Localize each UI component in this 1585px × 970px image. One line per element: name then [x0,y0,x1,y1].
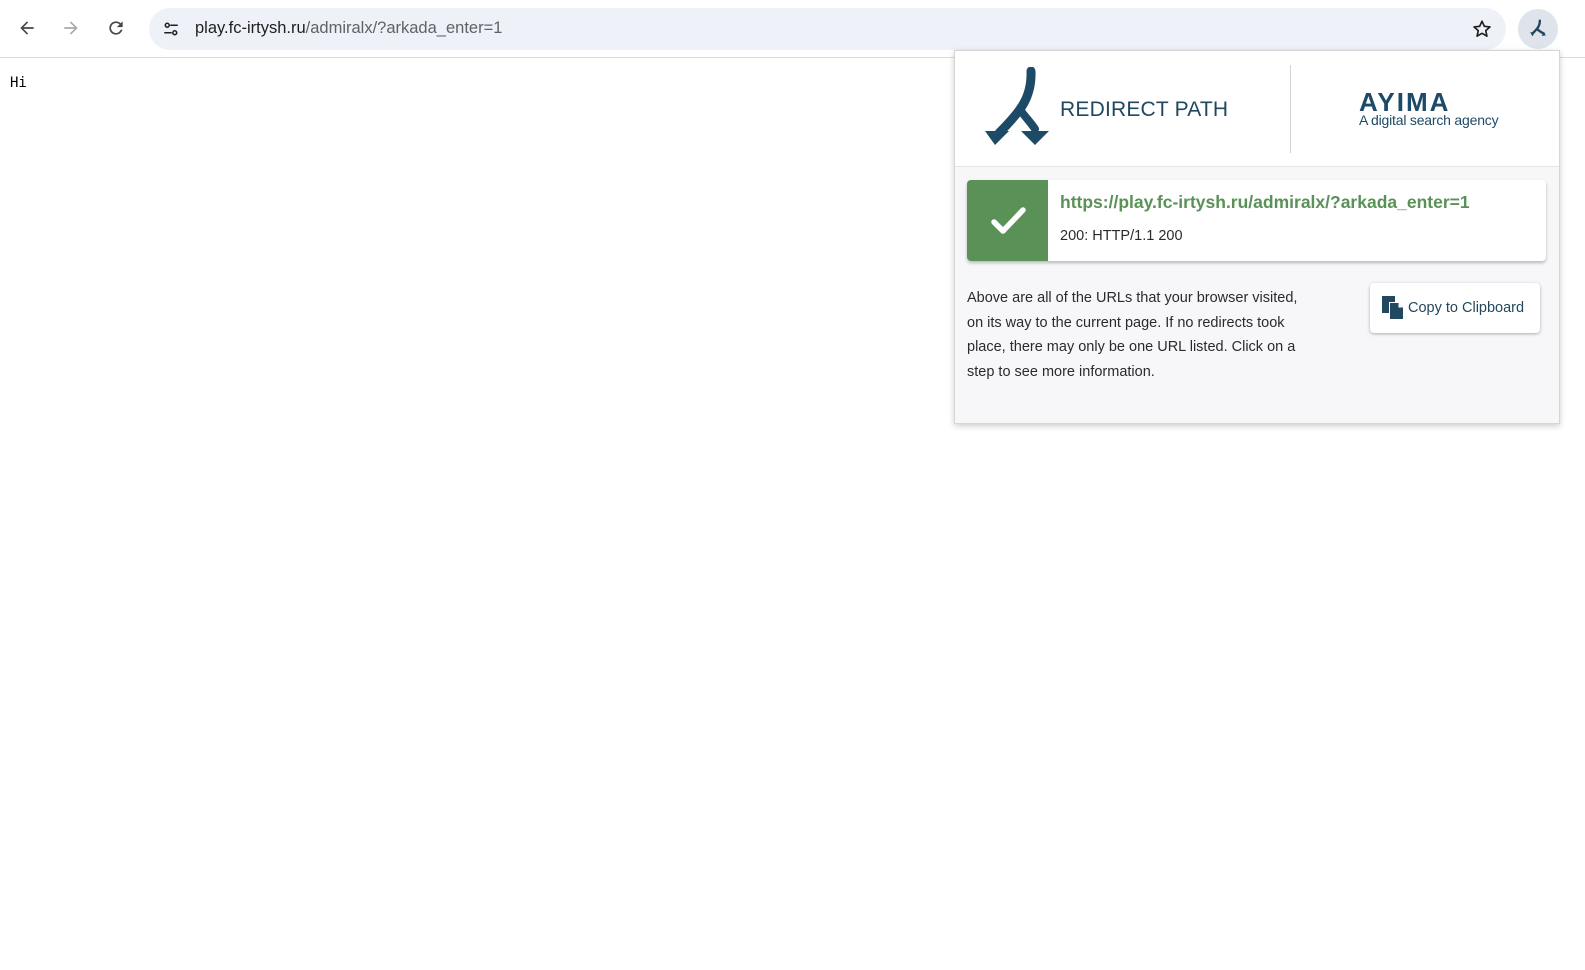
popup-header: REDIRECT PATH AYIMA A digital search age… [955,51,1559,167]
address-bar[interactable]: play.fc-irtysh.ru/admiralx/?arkada_enter… [149,8,1506,50]
arrow-right-icon [64,21,78,35]
forward-button[interactable] [53,10,89,46]
redirect-path-popup: REDIRECT PATH AYIMA A digital search age… [954,50,1560,424]
url-path: /admiralx/?arkada_enter=1 [305,19,503,37]
step-status-text: 200: HTTP/1.1 200 [1060,228,1183,244]
step-url: https://play.fc-irtysh.ru/admiralx/?arka… [1060,192,1470,212]
clipboard-icon [1382,296,1404,320]
bookmark-button[interactable] [1470,17,1494,41]
back-button[interactable] [9,10,45,46]
redirect-path-icon [1530,19,1546,37]
redirect-path-extension-button[interactable] [1518,9,1558,49]
reload-icon [109,21,123,35]
url-host: play.fc-irtysh.ru [195,19,306,37]
site-info-button[interactable] [155,13,187,45]
checkmark-icon [990,206,1026,234]
tune-icon [164,22,178,36]
arrow-left-icon [20,21,34,35]
info-text: Above are all of the URLs that your brow… [967,290,1298,381]
ayima-tagline: A digital search agency [1359,112,1499,128]
redirect-path-logo-icon [985,67,1049,145]
url-text[interactable]: play.fc-irtysh.ru/admiralx/?arkada_enter… [195,19,502,38]
page-body-text: Hi [10,75,27,91]
copy-to-clipboard-button[interactable]: Copy to Clipboard [1370,283,1540,333]
copy-button-label: Copy to Clipboard [1408,300,1525,316]
redirect-step[interactable]: https://play.fc-irtysh.ru/admiralx/?arka… [967,180,1546,261]
redirect-path-title: REDIRECT PATH [1060,98,1229,121]
reload-button[interactable] [98,10,134,46]
header-divider [1290,65,1291,153]
star-outline-icon [1473,20,1491,37]
step-status-badge [967,180,1048,261]
